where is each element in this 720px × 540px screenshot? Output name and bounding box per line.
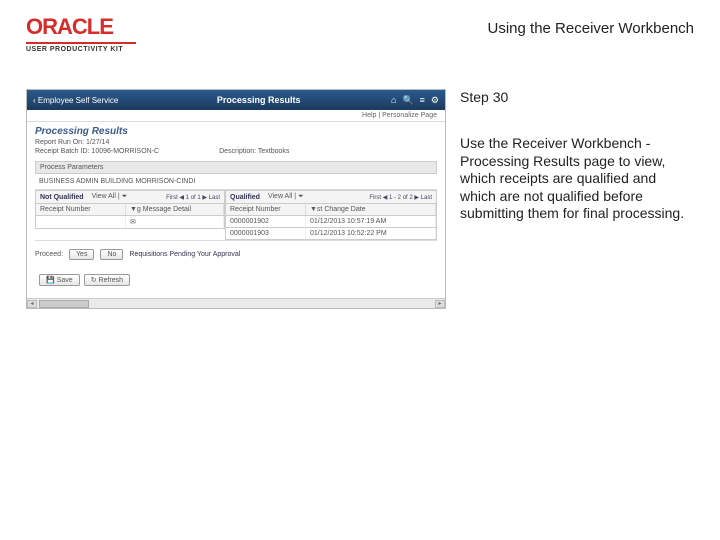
save-icon: 💾	[46, 276, 55, 284]
tab-qualified[interactable]: Qualified	[230, 194, 260, 201]
app-bar-title: Processing Results	[126, 95, 391, 105]
nav-right[interactable]: First ◀ 1 - 2 of 2 ▶ Last	[369, 194, 432, 201]
col-change-date[interactable]: ▼st Change Date	[306, 204, 436, 215]
home-icon[interactable]: ⌂	[391, 95, 396, 106]
main-area: ‹ Employee Self Service Processing Resul…	[0, 89, 720, 309]
qualified-grid: Qualified View All | ⏷ First ◀ 1 - 2 of …	[225, 190, 437, 240]
horizontal-scrollbar[interactable]: ◂ ▸	[27, 298, 445, 308]
view-all-left[interactable]: View All | ⏷	[92, 193, 128, 201]
col-message-detail[interactable]: ▼g Message Detail	[126, 204, 224, 215]
cell-r1c1: 0000001902	[226, 216, 306, 227]
cell-r2c2: 01/12/2013 10:52:22 PM	[306, 228, 436, 239]
app-nav-bar: ‹ Employee Self Service Processing Resul…	[27, 90, 445, 110]
run-id-value: 10096-MORRISON-C	[91, 148, 159, 155]
not-qualified-grid: Not Qualified View All | ⏷ First ◀ 1 of …	[35, 190, 225, 240]
refresh-button[interactable]: ↻Refresh	[84, 274, 130, 286]
slide-header: ORACLE USER PRODUCTIVITY KIT Using the R…	[0, 0, 720, 59]
params-sub: BUSINESS ADMIN BUILDING MORRISON-CINDI	[35, 174, 437, 190]
search-icon[interactable]: 🔍	[402, 95, 413, 106]
back-link[interactable]: ‹ Employee Self Service	[33, 96, 118, 105]
col-receipt-number-right[interactable]: Receipt Number	[226, 204, 306, 215]
proceed-label: Proceed:	[35, 251, 63, 258]
envelope-icon[interactable]: ✉	[130, 219, 136, 226]
sub-bar-links[interactable]: Help | Personalize Page	[27, 110, 445, 122]
processing-heading: Processing Results	[35, 126, 437, 137]
cell-r1c2: 01/12/2013 10:57:19 AM	[306, 216, 436, 227]
save-button[interactable]: 💾Save	[39, 274, 80, 286]
run-on-label: Report Run On:	[35, 139, 84, 146]
gear-icon[interactable]: ⚙	[431, 95, 439, 106]
cell-left-msg[interactable]: ✉	[126, 216, 224, 228]
col-receipt-number-left[interactable]: Receipt Number	[36, 204, 126, 215]
desc-label: Description:	[219, 148, 256, 155]
params-header[interactable]: Process Parameters	[35, 161, 437, 174]
oracle-logo: ORACLE	[26, 14, 136, 40]
app-screenshot: ‹ Employee Self Service Processing Resul…	[26, 89, 446, 309]
product-subtitle: USER PRODUCTIVITY KIT	[26, 46, 136, 53]
instruction-pane: Step 30 Use the Receiver Workbench - Pro…	[446, 89, 720, 309]
desc-value: Textbooks	[258, 148, 290, 155]
view-all-right[interactable]: View All | ⏷	[268, 193, 304, 201]
proceed-yes-button[interactable]: Yes	[69, 249, 94, 260]
proceed-no-button[interactable]: No	[100, 249, 123, 260]
pending-approval-link[interactable]: Requisitions Pending Your Approval	[129, 251, 240, 258]
cell-r2c1: 0000001903	[226, 228, 306, 239]
step-body: Use the Receiver Workbench - Processing …	[460, 135, 690, 223]
step-label: Step 30	[460, 89, 690, 105]
run-on-value: 1/27/14	[86, 139, 109, 146]
cell-left-1	[36, 216, 126, 228]
logo-underline	[26, 42, 136, 44]
tab-not-qualified[interactable]: Not Qualified	[40, 194, 84, 201]
scroll-thumb[interactable]	[39, 300, 89, 308]
nav-left[interactable]: First ◀ 1 of 1 ▶ Last	[166, 194, 220, 201]
run-id-label: Receipt Batch ID:	[35, 148, 89, 155]
scroll-left-arrow-icon[interactable]: ◂	[27, 300, 37, 308]
refresh-icon: ↻	[91, 276, 97, 284]
logo-block: ORACLE USER PRODUCTIVITY KIT	[26, 14, 136, 53]
menu-icon[interactable]: ≡	[420, 95, 425, 106]
page-title: Using the Receiver Workbench	[488, 20, 694, 37]
scroll-right-arrow-icon[interactable]: ▸	[435, 300, 445, 308]
